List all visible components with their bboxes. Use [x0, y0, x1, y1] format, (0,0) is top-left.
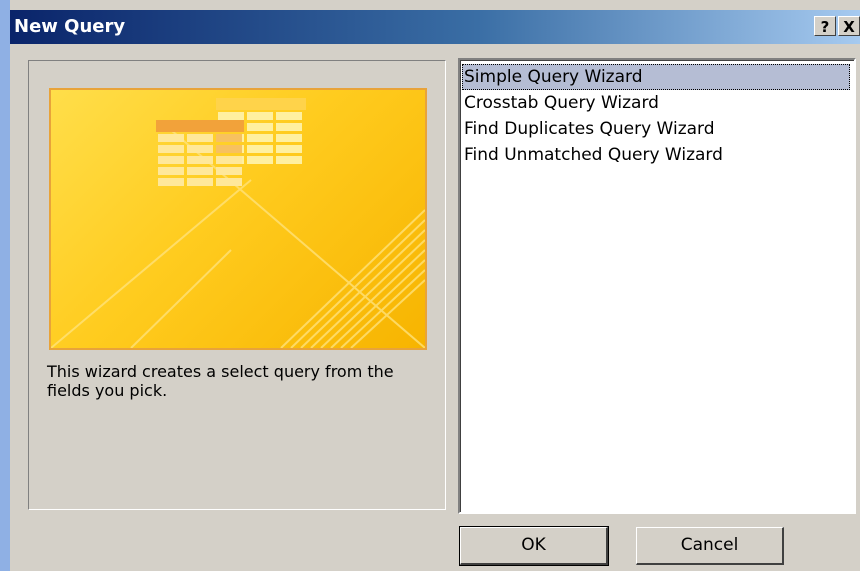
list-item-simple-query-wizard[interactable]: Simple Query Wizard [462, 64, 850, 90]
description-panel: This wizard creates a select query from … [28, 60, 446, 510]
help-button[interactable]: ? [814, 16, 836, 36]
wizard-preview-image [49, 88, 427, 350]
front-table [156, 120, 244, 186]
wizard-description: This wizard creates a select query from … [47, 362, 394, 400]
close-button[interactable]: X [838, 16, 860, 36]
cancel-button[interactable]: Cancel [636, 527, 784, 565]
list-item-find-unmatched-query-wizard[interactable]: Find Unmatched Query Wizard [462, 142, 850, 168]
list-item-crosstab-query-wizard[interactable]: Crosstab Query Wizard [462, 90, 850, 116]
ok-button[interactable]: OK [459, 526, 609, 566]
list-item-find-duplicates-query-wizard[interactable]: Find Duplicates Query Wizard [462, 116, 850, 142]
dialog-body: This wizard creates a select query from … [10, 44, 860, 571]
title-bar[interactable]: New Query ? X [10, 10, 860, 44]
table-grid-icon [51, 98, 425, 348]
window-title: New Query [14, 16, 126, 37]
wizard-list[interactable]: Simple Query Wizard Crosstab Query Wizar… [458, 58, 856, 514]
desktop-edge [0, 0, 10, 571]
